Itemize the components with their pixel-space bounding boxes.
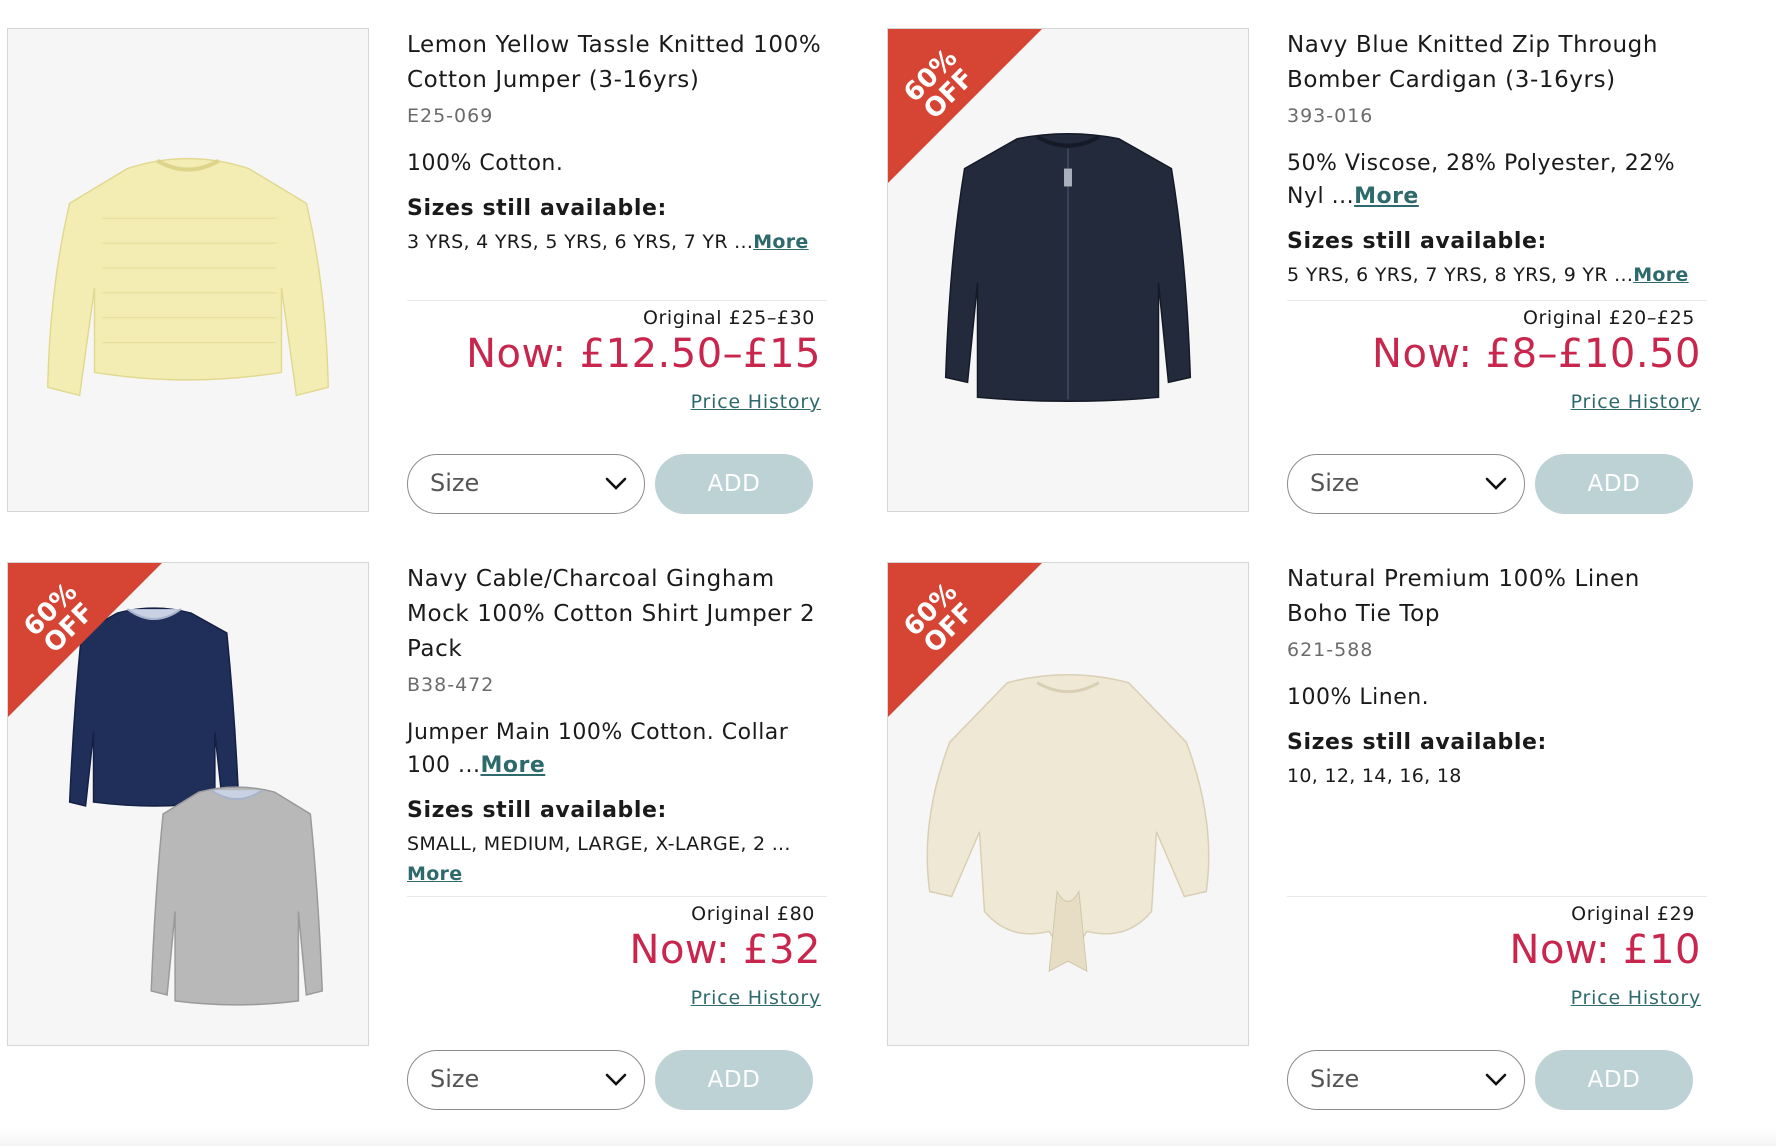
now-price: Now: £8–£10.50	[1372, 331, 1701, 377]
sizes-text: 5 YRS, 6 YRS, 7 YRS, 8 YRS, 9 YR ...	[1287, 264, 1634, 286]
price-box: Original £80 Now: £32 Price History	[407, 896, 827, 1009]
sizes-list: 3 YRS, 4 YRS, 5 YRS, 6 YRS, 7 YR ...More	[407, 227, 827, 257]
product-info: Navy Cable/Charcoal Gingham Mock 100% Co…	[407, 562, 827, 889]
sizes-text: SMALL, MEDIUM, LARGE, X-LARGE, 2 ...	[407, 833, 791, 855]
product-code: E25-069	[407, 105, 494, 127]
sizes-heading: Sizes still available:	[407, 798, 667, 823]
price-box: Original £20–£25 Now: £8–£10.50 Price Hi…	[1287, 300, 1707, 413]
now-price: Now: £10	[1509, 927, 1701, 973]
price-history-link[interactable]: Price History	[1287, 391, 1707, 413]
discount-ribbon: 60% OFF	[888, 563, 1042, 717]
product-card: Lemon Yellow Tassle Knitted 100% Cotton …	[7, 28, 837, 528]
original-price: Original £20–£25	[1522, 307, 1695, 329]
sizes-heading: Sizes still available:	[1287, 730, 1547, 755]
sizes-list: SMALL, MEDIUM, LARGE, X-LARGE, 2 ... More	[407, 829, 827, 889]
product-title[interactable]: Navy Cable/Charcoal Gingham Mock 100% Co…	[407, 562, 827, 667]
product-code: B38-472	[407, 674, 495, 696]
product-image[interactable]	[7, 28, 369, 512]
original-price: Original £80	[691, 903, 815, 925]
chevron-down-icon	[605, 1073, 627, 1086]
product-description: 50% Viscose, 28% Polyester, 22% Nyl ...M…	[1287, 147, 1707, 213]
price-box: Original £29 Now: £10 Price History	[1287, 896, 1707, 1009]
chevron-down-icon	[1485, 1073, 1507, 1086]
sizes-heading: Sizes still available:	[407, 196, 667, 221]
description-text: 100% Linen.	[1287, 685, 1430, 710]
chevron-down-icon	[1485, 477, 1507, 490]
size-select[interactable]: Size	[1287, 454, 1525, 514]
description-text: 50% Viscose, 28% Polyester, 22% Nyl ...	[1287, 151, 1676, 209]
product-info: Natural Premium 100% Linen Boho Tie Top …	[1287, 562, 1707, 791]
sizes-more-link[interactable]: More	[753, 231, 808, 253]
price-history-link[interactable]: Price History	[407, 391, 827, 413]
product-code: 621-588	[1287, 639, 1374, 661]
now-price: Now: £32	[629, 927, 821, 973]
price-history-link[interactable]: Price History	[407, 987, 827, 1009]
size-select-label: Size	[430, 469, 480, 497]
yellow-jumper-image	[47, 157, 329, 397]
product-info: Navy Blue Knitted Zip Through Bomber Car…	[1287, 28, 1707, 290]
product-info: Lemon Yellow Tassle Knitted 100% Cotton …	[407, 28, 827, 257]
size-select-label: Size	[430, 1065, 480, 1093]
size-select[interactable]: Size	[407, 1050, 645, 1110]
product-image[interactable]: 60% OFF	[887, 562, 1249, 1046]
purchase-controls: Size ADD	[407, 454, 827, 516]
product-description: 100% Linen.	[1287, 681, 1707, 714]
discount-ribbon: 60% OFF	[888, 29, 1042, 183]
size-select[interactable]: Size	[407, 454, 645, 514]
product-description: Jumper Main 100% Cotton. Collar 100 ...M…	[407, 716, 827, 782]
discount-ribbon: 60% OFF	[8, 563, 162, 717]
product-code: 393-016	[1287, 105, 1374, 127]
page-bottom-edge	[0, 1128, 1776, 1146]
sizes-more-link[interactable]: More	[1633, 264, 1688, 286]
product-title[interactable]: Natural Premium 100% Linen Boho Tie Top	[1287, 562, 1707, 632]
product-card: 60% OFF Natural Premium 100% Linen Boho …	[887, 562, 1717, 1110]
add-button[interactable]: ADD	[1535, 1050, 1693, 1110]
add-button[interactable]: ADD	[655, 1050, 813, 1110]
description-text: 100% Cotton.	[407, 151, 564, 176]
sizes-list: 10, 12, 14, 16, 18	[1287, 761, 1707, 791]
product-image[interactable]: 60% OFF	[7, 562, 369, 1046]
size-select-label: Size	[1310, 1065, 1360, 1093]
price-box: Original £25–£30 Now: £12.50–£15 Price H…	[407, 300, 827, 413]
original-price: Original £25–£30	[642, 307, 815, 329]
description-text: Jumper Main 100% Cotton. Collar 100 ...	[407, 720, 789, 778]
now-price: Now: £12.50–£15	[466, 331, 821, 377]
add-button[interactable]: ADD	[1535, 454, 1693, 514]
product-title[interactable]: Navy Blue Knitted Zip Through Bomber Car…	[1287, 28, 1707, 98]
sizes-text: 10, 12, 14, 16, 18	[1287, 765, 1462, 787]
chevron-down-icon	[605, 477, 627, 490]
sizes-heading: Sizes still available:	[1287, 229, 1547, 254]
product-title[interactable]: Lemon Yellow Tassle Knitted 100% Cotton …	[407, 28, 827, 98]
purchase-controls: Size ADD	[407, 1050, 827, 1112]
product-card: 60% OFF Navy Cable/Charcoal Gingham Mock…	[7, 562, 837, 1110]
description-more-link[interactable]: More	[1354, 184, 1419, 209]
product-image[interactable]: 60% OFF	[887, 28, 1249, 512]
purchase-controls: Size ADD	[1287, 1050, 1707, 1112]
product-card: 60% OFF Navy Blue Knitted Zip Through Bo…	[887, 28, 1717, 528]
price-history-link[interactable]: Price History	[1287, 987, 1707, 1009]
sizes-more-link[interactable]: More	[407, 863, 462, 885]
product-description: 100% Cotton.	[407, 147, 827, 180]
purchase-controls: Size ADD	[1287, 454, 1707, 516]
original-price: Original £29	[1571, 903, 1695, 925]
description-more-link[interactable]: More	[480, 753, 545, 778]
sizes-text: 3 YRS, 4 YRS, 5 YRS, 6 YRS, 7 YR ...	[407, 231, 754, 253]
add-button[interactable]: ADD	[655, 454, 813, 514]
size-select-label: Size	[1310, 469, 1360, 497]
size-select[interactable]: Size	[1287, 1050, 1525, 1110]
sizes-list: 5 YRS, 6 YRS, 7 YRS, 8 YRS, 9 YR ...More	[1287, 260, 1707, 290]
